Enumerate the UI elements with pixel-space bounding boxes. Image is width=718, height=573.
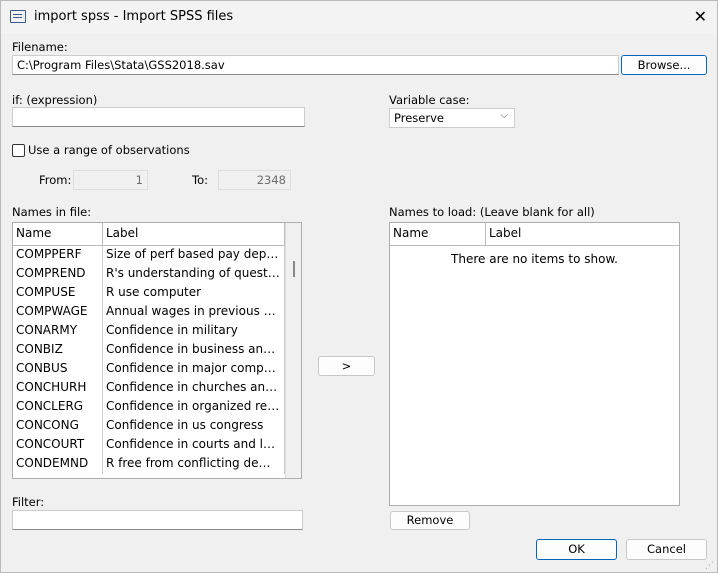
range-checkbox-label[interactable]: Use a range of observations — [28, 143, 190, 157]
table-row[interactable]: CONBUS Confidence in major companies — [13, 360, 301, 379]
ok-button[interactable]: OK — [536, 539, 617, 560]
names-in-file-list[interactable]: Name Label COMPPERF Size of perf based pa… — [12, 222, 302, 479]
browse-button[interactable]: Browse... — [621, 55, 707, 75]
row-label: Confidence in courts and legal s... — [103, 436, 285, 455]
names-in-file-label: Names in file: — [12, 205, 92, 219]
row-name: CONBUS — [13, 360, 103, 379]
variable-case-label: Variable case: — [389, 93, 470, 107]
title-bar: import spss - Import SPSS files ✕ — [1, 1, 717, 33]
row-name: CONCLERG — [13, 398, 103, 417]
row-label: Size of perf based pay depend o... — [103, 246, 285, 265]
cancel-button[interactable]: Cancel — [626, 539, 707, 560]
remove-button[interactable]: Remove — [390, 511, 470, 530]
table-row[interactable]: CONBIZ Confidence in business and ind... — [13, 341, 301, 360]
table-row[interactable]: CONDEMND R free from conflicting demands — [13, 455, 301, 474]
table-row[interactable]: CONCONG Confidence in us congress — [13, 417, 301, 436]
row-name: CONCONG — [13, 417, 103, 436]
from-input[interactable]: 1 — [73, 170, 148, 190]
row-name: COMPREND — [13, 265, 103, 284]
filter-label: Filter: — [12, 495, 45, 509]
table-row[interactable]: CONCOURTConfidence in courts and legal s… — [13, 436, 301, 455]
resize-grip[interactable]: ⋰ — [705, 561, 714, 571]
table-row[interactable]: COMPWAGEAnnual wages in previous year ..… — [13, 303, 301, 322]
from-label: From: — [39, 173, 72, 187]
row-name: CONDEMND — [13, 455, 103, 474]
filename-label: Filename: — [12, 40, 68, 54]
variable-case-value: Preserve — [394, 111, 444, 125]
row-label: Confidence in military — [103, 322, 285, 341]
window-title: import spss - Import SPSS files — [34, 9, 234, 24]
row-label: Confidence in churches and reli... — [103, 379, 285, 398]
if-expression-input[interactable] — [12, 107, 305, 127]
to-input[interactable]: 2348 — [218, 170, 291, 190]
to-label: To: — [192, 173, 208, 187]
row-name: CONARMY — [13, 322, 103, 341]
app-icon — [10, 10, 26, 23]
filter-input[interactable] — [12, 510, 303, 530]
empty-message: There are no items to show. — [451, 252, 618, 266]
table-row[interactable]: CONCHURHConfidence in churches and reli.… — [13, 379, 301, 398]
row-label: Confidence in organized religion — [103, 398, 285, 417]
column-header-name[interactable]: Name — [13, 223, 103, 245]
row-label: Confidence in business and ind... — [103, 341, 285, 360]
if-label: if: (expression) — [12, 93, 98, 107]
close-icon[interactable]: ✕ — [694, 7, 707, 26]
chevron-down-icon: ⌵ — [500, 110, 508, 121]
variable-case-select[interactable]: Preserve ⌵ — [389, 108, 515, 128]
range-checkbox[interactable] — [12, 144, 25, 157]
names-to-load-list[interactable]: Name Label There are no items to show. — [389, 222, 680, 506]
row-name: CONCHURH — [13, 379, 103, 398]
row-label: Annual wages in previous year ... — [103, 303, 285, 322]
row-name: COMPUSE — [13, 284, 103, 303]
row-label: Confidence in major companies — [103, 360, 285, 379]
dialog-window: import spss - Import SPSS files ✕ Filena… — [0, 0, 718, 573]
names-to-load-label: Names to load: (Leave blank for all) — [389, 205, 595, 219]
table-row[interactable]: CONCLERG Confidence in organized religion — [13, 398, 301, 417]
row-label: Confidence in us congress — [103, 417, 285, 436]
row-name: COMPWAGE — [13, 303, 103, 322]
row-label: R free from conflicting demands — [103, 455, 285, 474]
table-row[interactable]: COMPREND R's understanding of questions — [13, 265, 301, 284]
scrollbar-thumb[interactable] — [293, 261, 295, 277]
column-header-label[interactable]: Label — [486, 223, 679, 245]
row-label: R's understanding of questions — [103, 265, 285, 284]
row-name: COMPPERF — [13, 246, 103, 265]
row-name: CONCOURT — [13, 436, 103, 455]
row-label: R use computer — [103, 284, 285, 303]
table-row[interactable]: COMPPERFSize of perf based pay depend o.… — [13, 246, 301, 265]
row-name: CONBIZ — [13, 341, 103, 360]
table-row[interactable]: CONARMY Confidence in military — [13, 322, 301, 341]
filename-input[interactable]: C:\Program Files\Stata\GSS2018.sav — [12, 55, 619, 75]
column-header-name[interactable]: Name — [390, 223, 486, 245]
scrollbar[interactable] — [285, 223, 301, 478]
column-header-label[interactable]: Label — [103, 223, 285, 245]
add-to-load-button[interactable]: > — [318, 356, 375, 376]
table-row[interactable]: COMPUSE R use computer — [13, 284, 301, 303]
